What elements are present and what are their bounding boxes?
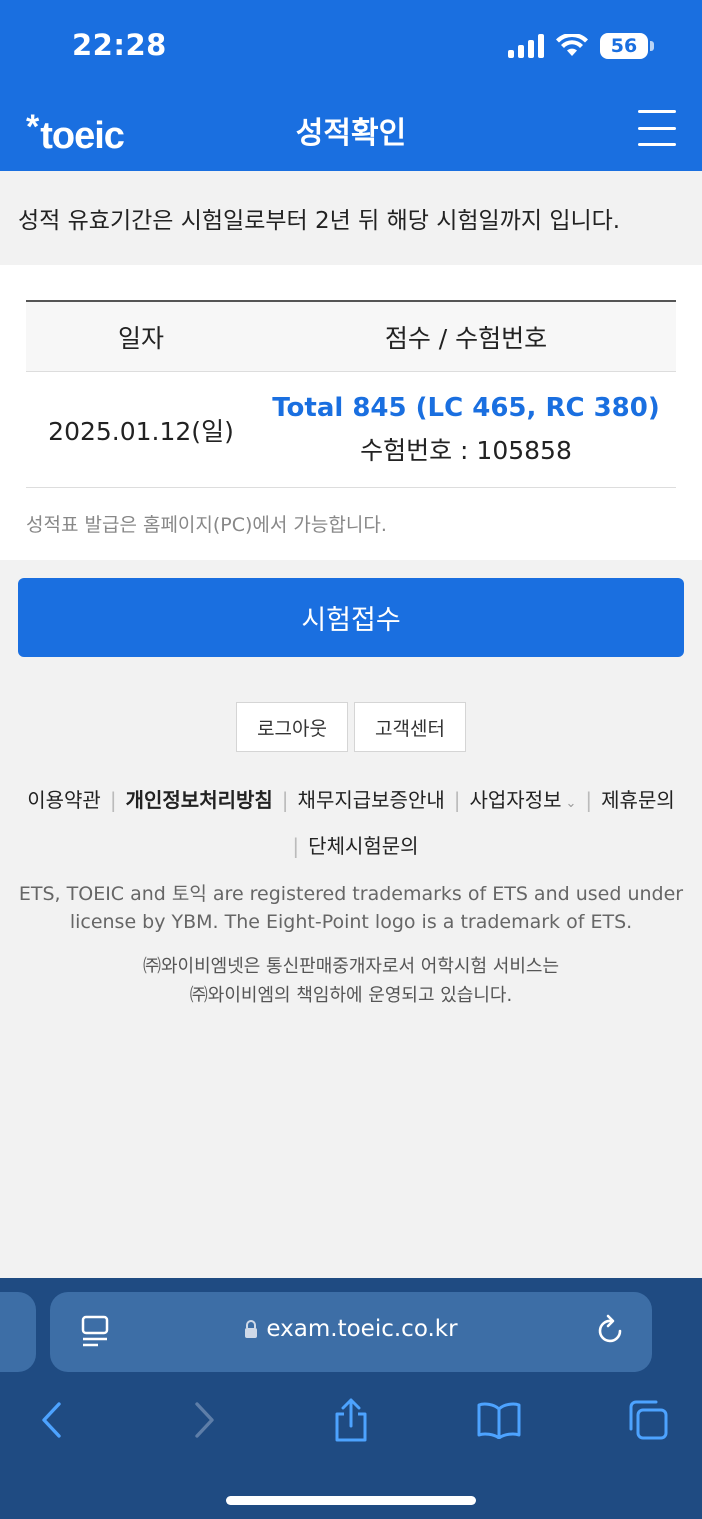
navigation-toolbar xyxy=(0,1396,702,1444)
divider: | xyxy=(109,788,117,812)
footer-link-group-exam[interactable]: 단체시험문의 xyxy=(308,834,418,858)
previous-tab-preview[interactable] xyxy=(0,1292,36,1372)
table-header: 일자 점수 / 수험번호 xyxy=(26,302,676,372)
divider: | xyxy=(292,834,300,858)
back-icon[interactable] xyxy=(28,1396,76,1444)
company-line-1: ㈜와이비엠넷은 통신판매중개자로서 어학시험 서비스는 xyxy=(142,956,560,977)
menu-icon[interactable] xyxy=(638,110,676,146)
footer-links: 이용약관 | 개인정보처리방침 | 채무지급보증안내 | 사업자정보 ⌄ | 제휴… xyxy=(0,779,702,867)
business-info-label: 사업자정보 xyxy=(469,788,562,812)
score-total[interactable]: Total 845 (LC 465, RC 380) xyxy=(256,393,676,423)
address-bar[interactable]: exam.toeic.co.kr xyxy=(50,1292,652,1372)
logout-button[interactable]: 로그아웃 xyxy=(236,702,348,752)
chevron-down-icon: ⌄ xyxy=(565,796,577,811)
trademark-line-2: license by YBM. The Eight-Point logo is … xyxy=(69,911,633,933)
exam-number: 수험번호 : 105858 xyxy=(360,435,572,465)
status-time: 22:28 xyxy=(72,28,167,62)
score-cell: Total 845 (LC 465, RC 380) 수험번호 : 105858 xyxy=(256,393,676,467)
page-title: 성적확인 xyxy=(295,116,407,151)
footer-link-partnership[interactable]: 제휴문의 xyxy=(601,779,675,825)
bookmarks-icon[interactable] xyxy=(475,1396,523,1444)
score-card: 일자 점수 / 수험번호 2025.01.12(일) Total 845 (LC… xyxy=(0,265,702,560)
wifi-icon xyxy=(556,34,588,56)
tabs-icon[interactable] xyxy=(624,1396,672,1444)
exam-registration-button[interactable]: 시험접수 xyxy=(18,578,684,657)
footer-link-guarantee[interactable]: 채무지급보증안내 xyxy=(298,779,445,825)
lock-icon xyxy=(245,1320,258,1338)
share-icon[interactable] xyxy=(327,1396,375,1444)
divider: | xyxy=(585,788,593,812)
footer-link-business-info[interactable]: 사업자정보 ⌄ xyxy=(470,779,577,825)
footer-link-privacy[interactable]: 개인정보처리방침 xyxy=(126,779,273,825)
validity-notice: 성적 유효기간은 시험일로부터 2년 뒤 해당 시험일까지 입니다. xyxy=(0,171,702,265)
table-row: 2025.01.12(일) Total 845 (LC 465, RC 380)… xyxy=(26,372,676,488)
account-buttons: 로그아웃 고객센터 xyxy=(0,702,702,752)
browser-toolbar: exam.toeic.co.kr xyxy=(0,1278,702,1519)
trademark-notice: ETS, TOEIC and 토익 are registered tradema… xyxy=(0,880,702,936)
battery-indicator: 56 xyxy=(600,33,648,59)
report-note: 성적표 발급은 홈페이지(PC)에서 가능합니다. xyxy=(26,514,387,536)
divider: | xyxy=(453,788,461,812)
cellular-signal-icon xyxy=(508,34,544,58)
home-indicator[interactable] xyxy=(226,1496,476,1505)
customer-center-button[interactable]: 고객센터 xyxy=(354,702,466,752)
company-line-2: ㈜와이비엠의 책임하에 운영되고 있습니다. xyxy=(189,985,513,1006)
exam-date: 2025.01.12(일) xyxy=(48,416,234,446)
footer-link-terms[interactable]: 이용약관 xyxy=(27,779,101,825)
forward-icon[interactable] xyxy=(180,1396,228,1444)
battery-tip xyxy=(650,41,654,51)
divider: | xyxy=(281,788,289,812)
score-table: 일자 점수 / 수험번호 2025.01.12(일) Total 845 (LC… xyxy=(26,300,676,488)
header: 22:28 56 *toeic 성적확인 xyxy=(0,0,702,171)
trademark-line-1: ETS, TOEIC and 토익 are registered tradema… xyxy=(18,883,684,905)
reload-icon[interactable] xyxy=(596,1314,626,1348)
header-score: 점수 / 수험번호 xyxy=(384,323,548,353)
status-icons: 56 xyxy=(508,33,654,59)
header-date: 일자 xyxy=(117,323,164,353)
company-notice: ㈜와이비엠넷은 통신판매중개자로서 어학시험 서비스는 ㈜와이비엠의 책임하에 … xyxy=(0,952,702,1010)
url-display[interactable]: exam.toeic.co.kr xyxy=(50,1316,652,1342)
url-text: exam.toeic.co.kr xyxy=(266,1316,458,1342)
